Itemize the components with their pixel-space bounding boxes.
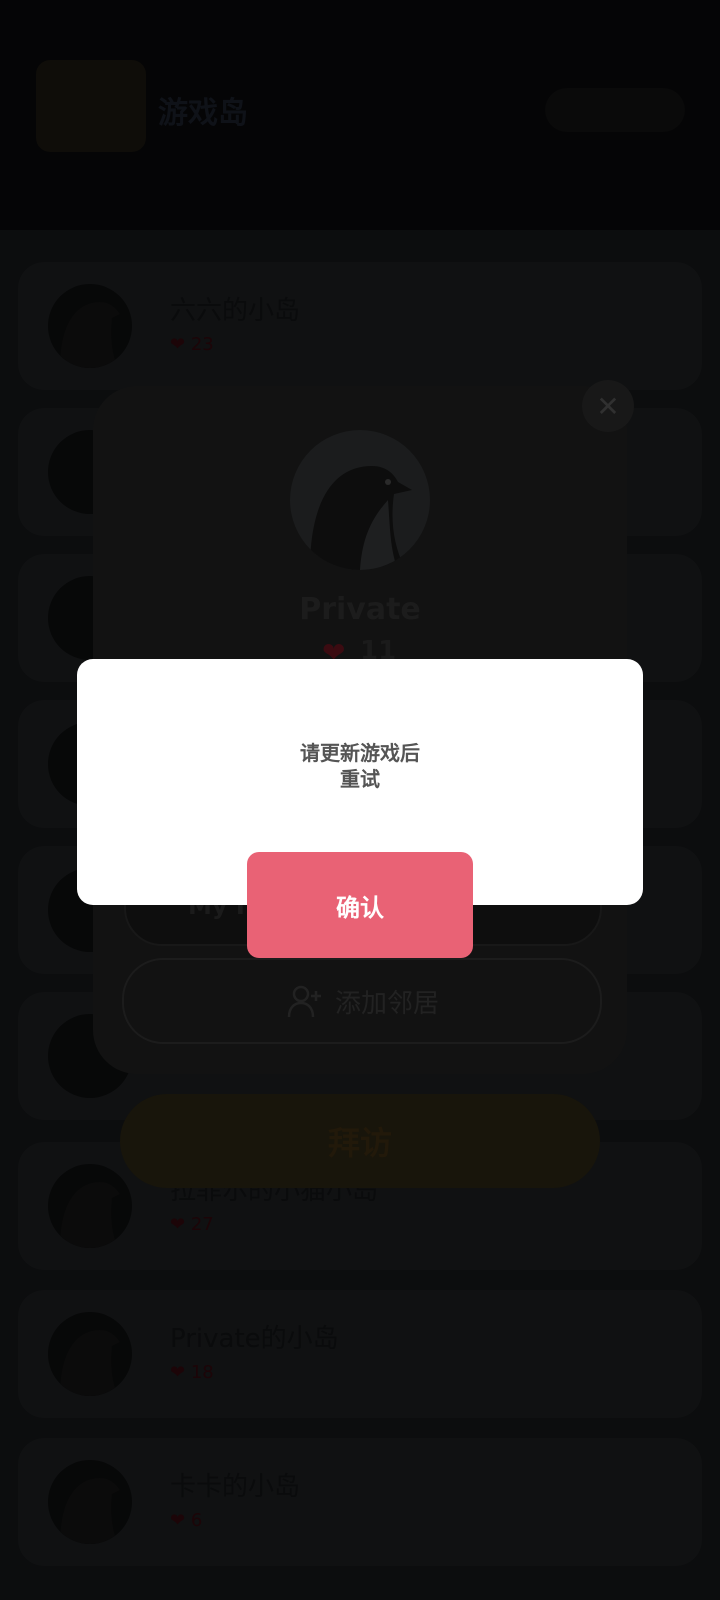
like-count: ❤ 18 [170, 1362, 214, 1383]
island-name: Private的小岛 [170, 1324, 339, 1354]
visit-button[interactable]: 拜访 [120, 1094, 600, 1188]
header: 游戏岛 [0, 0, 720, 230]
confirm-button[interactable]: 确认 [247, 852, 473, 958]
add-neighbor-button[interactable]: 添加邻居 [122, 958, 602, 1044]
avatar [48, 1460, 132, 1544]
avatar [48, 284, 132, 368]
add-neighbor-label: 添加邻居 [334, 988, 439, 1019]
island-name: 卡卡的小岛 [170, 1472, 301, 1502]
alert-message-line1: 请更新游戏后 [300, 741, 420, 765]
list-item[interactable]: 六六的小岛 ❤ 23 [18, 262, 702, 390]
close-icon[interactable]: ✕ [582, 380, 634, 432]
like-count: ❤ 6 [170, 1510, 203, 1531]
app-logo [36, 60, 146, 152]
avatar [48, 1164, 132, 1248]
like-count: ❤ 23 [170, 334, 214, 355]
like-count: ❤ 27 [170, 1214, 214, 1235]
avatar [48, 1312, 132, 1396]
app-logo-text: 游戏岛 [158, 96, 248, 131]
island-name: 六六的小岛 [170, 296, 301, 326]
header-button[interactable] [545, 88, 685, 132]
profile-avatar [290, 430, 430, 570]
alert-message: 请更新游戏后 重试 [77, 740, 643, 792]
list-item[interactable]: Private的小岛 ❤ 18 [18, 1290, 702, 1418]
profile-name: Private [299, 592, 421, 627]
add-user-icon [287, 985, 321, 1018]
list-item[interactable]: 卡卡的小岛 ❤ 6 [18, 1438, 702, 1566]
alert-message-line2: 重试 [340, 767, 380, 791]
